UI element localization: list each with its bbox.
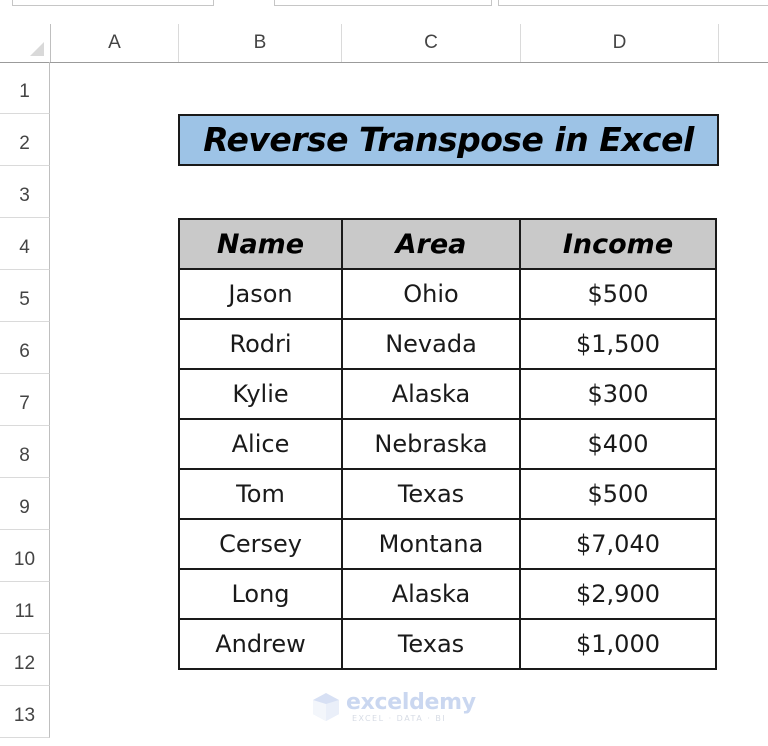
row-header-10[interactable]: 10 bbox=[0, 530, 50, 582]
cell-area[interactable]: Texas bbox=[341, 468, 521, 520]
toolbar-box[interactable] bbox=[274, 0, 492, 6]
cell-area[interactable]: Alaska bbox=[341, 568, 521, 620]
table-row: Cersey Montana $7,040 bbox=[178, 518, 717, 570]
table-row: Alice Nebraska $400 bbox=[178, 418, 717, 470]
cell-area[interactable]: Nebraska bbox=[341, 418, 521, 470]
cell-name[interactable]: Andrew bbox=[178, 618, 343, 670]
row-header-1[interactable]: 1 bbox=[0, 62, 50, 114]
cell-area[interactable]: Texas bbox=[341, 618, 521, 670]
cell-area[interactable]: Montana bbox=[341, 518, 521, 570]
table-row: Jason Ohio $500 bbox=[178, 268, 717, 320]
row-header-11[interactable]: 11 bbox=[0, 582, 50, 634]
row-header-3[interactable]: 3 bbox=[0, 166, 50, 218]
table-row: Andrew Texas $1,000 bbox=[178, 618, 717, 670]
cell-name[interactable]: Jason bbox=[178, 268, 343, 320]
header-area[interactable]: Area bbox=[341, 218, 521, 270]
cell-income[interactable]: $500 bbox=[519, 468, 717, 520]
cell-area[interactable]: Alaska bbox=[341, 368, 521, 420]
select-all-button[interactable] bbox=[0, 24, 51, 62]
row-header-6[interactable]: 6 bbox=[0, 322, 50, 374]
table-row: Tom Texas $500 bbox=[178, 468, 717, 520]
table-header-row: Name Area Income bbox=[178, 218, 717, 270]
watermark-tagline: EXCEL · DATA · BI bbox=[352, 714, 447, 723]
data-table: Name Area Income Jason Ohio $500 Rodri Nevad… bbox=[178, 218, 717, 670]
column-header-d[interactable]: D bbox=[521, 24, 719, 62]
cell-income[interactable]: $7,040 bbox=[519, 518, 717, 570]
header-name[interactable]: Name bbox=[178, 218, 343, 270]
exceldemy-watermark: exceldemy EXCEL · DATA · BI bbox=[312, 690, 476, 726]
cell-area[interactable]: Nevada bbox=[341, 318, 521, 370]
cell-name[interactable]: Rodri bbox=[178, 318, 343, 370]
column-header-c[interactable]: C bbox=[342, 24, 521, 62]
name-box[interactable] bbox=[12, 0, 214, 6]
cell-income[interactable]: $1,500 bbox=[519, 318, 717, 370]
cell-income[interactable]: $1,000 bbox=[519, 618, 717, 670]
table-row: Long Alaska $2,900 bbox=[178, 568, 717, 620]
row-header-2[interactable]: 2 bbox=[0, 114, 50, 166]
formula-bar[interactable] bbox=[498, 0, 768, 6]
column-header-a[interactable]: A bbox=[51, 24, 179, 62]
row-header-13[interactable]: 13 bbox=[0, 686, 50, 738]
row-header-9[interactable]: 9 bbox=[0, 478, 50, 530]
cell-area[interactable]: Ohio bbox=[341, 268, 521, 320]
column-header-b[interactable]: B bbox=[179, 24, 342, 62]
header-income[interactable]: Income bbox=[519, 218, 717, 270]
row-header-4[interactable]: 4 bbox=[0, 218, 50, 270]
cell-name[interactable]: Alice bbox=[178, 418, 343, 470]
row-header-5[interactable]: 5 bbox=[0, 270, 50, 322]
cell-income[interactable]: $500 bbox=[519, 268, 717, 320]
exceldemy-logo-icon bbox=[313, 693, 339, 721]
row-header-8[interactable]: 8 bbox=[0, 426, 50, 478]
sheet-title-cell[interactable]: Reverse Transpose in Excel bbox=[178, 114, 719, 166]
cell-name[interactable]: Tom bbox=[178, 468, 343, 520]
cell-income[interactable]: $300 bbox=[519, 368, 717, 420]
table-row: Rodri Nevada $1,500 bbox=[178, 318, 717, 370]
cell-income[interactable]: $2,900 bbox=[519, 568, 717, 620]
cell-income[interactable]: $400 bbox=[519, 418, 717, 470]
row-header-12[interactable]: 12 bbox=[0, 634, 50, 686]
watermark-name: exceldemy bbox=[346, 690, 476, 715]
row-header-7[interactable]: 7 bbox=[0, 374, 50, 426]
table-row: Kylie Alaska $300 bbox=[178, 368, 717, 420]
select-all-triangle-icon bbox=[30, 42, 44, 56]
cell-name[interactable]: Cersey bbox=[178, 518, 343, 570]
cell-name[interactable]: Kylie bbox=[178, 368, 343, 420]
cell-name[interactable]: Long bbox=[178, 568, 343, 620]
